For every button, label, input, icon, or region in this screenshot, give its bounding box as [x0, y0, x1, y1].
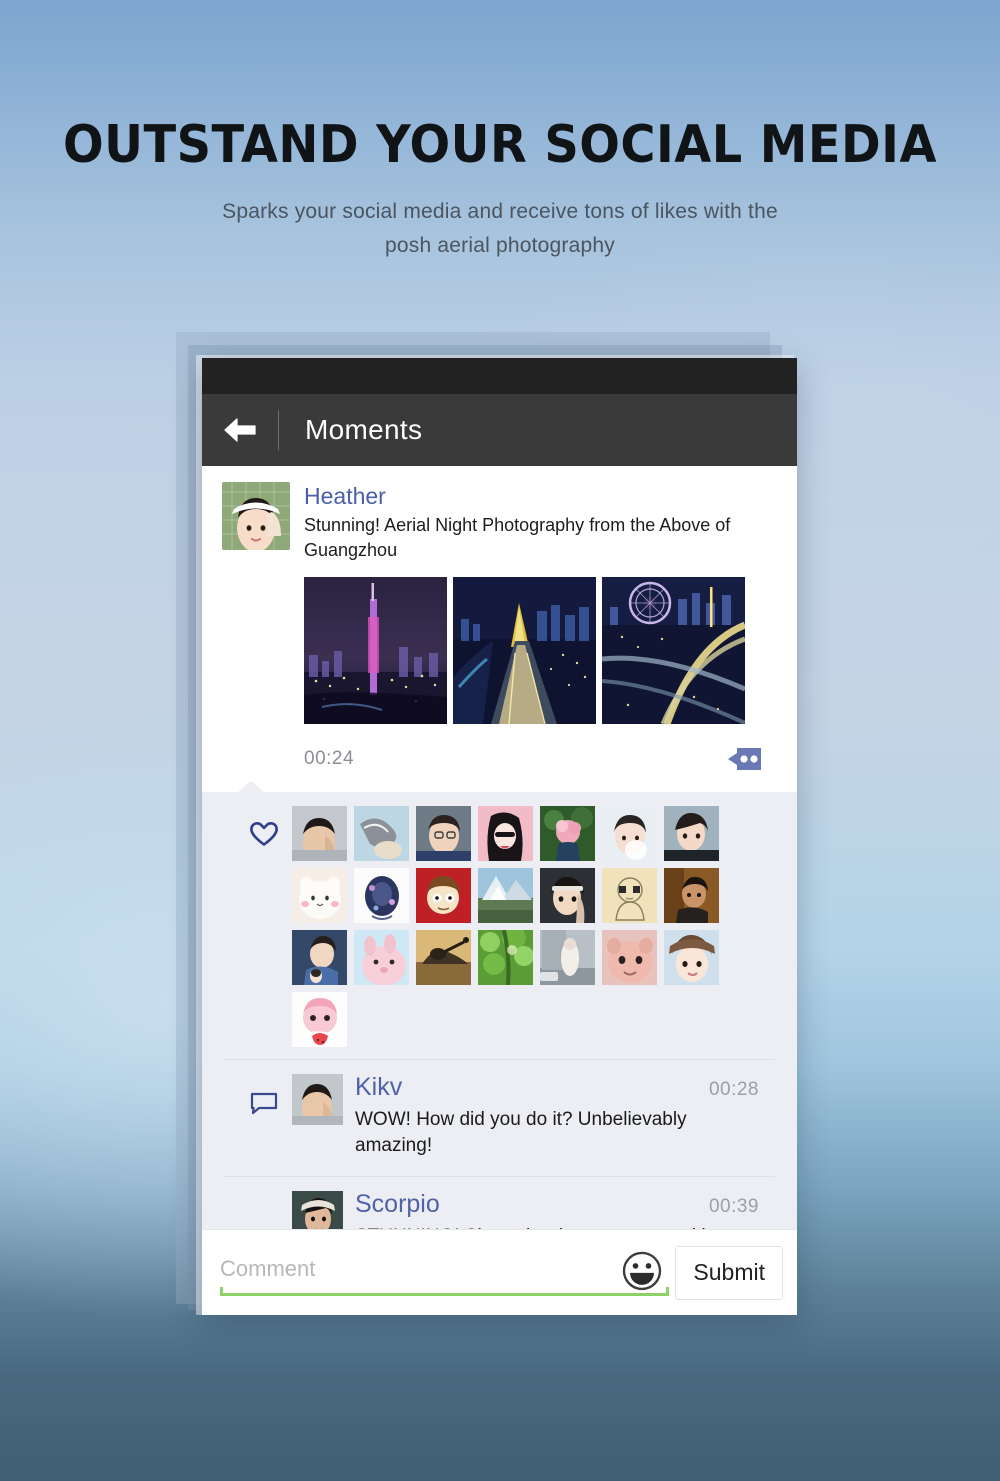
field-underline	[220, 1286, 670, 1296]
post-header: Heather Stunning! Aerial Night Photograp…	[202, 482, 797, 563]
comment-bubble-slot	[236, 1191, 292, 1229]
avatar[interactable]	[292, 1073, 343, 1125]
comment-header: Scorpio 00:39	[355, 1190, 759, 1219]
comment-input[interactable]	[220, 1255, 670, 1290]
post-meta: 00:24	[202, 724, 797, 792]
page-subtitle-line-1: Sparks your social media and receive ton…	[222, 199, 778, 223]
list-item[interactable]	[292, 867, 347, 923]
comment-timestamp: 00:39	[708, 1195, 759, 1217]
toolbar-divider	[278, 410, 279, 450]
arrow-left-icon	[222, 415, 258, 445]
comment-field-wrapper	[220, 1246, 670, 1300]
list-item[interactable]	[478, 867, 533, 923]
list-item[interactable]	[540, 929, 595, 985]
comment-bubble-icon	[250, 1092, 278, 1160]
list-item[interactable]	[354, 805, 409, 861]
post: Heather Stunning! Aerial Night Photograp…	[202, 466, 797, 792]
list-item[interactable]	[354, 867, 409, 923]
list-item[interactable]	[540, 805, 595, 861]
liker-avatar-grid	[292, 805, 763, 1047]
list-item[interactable]	[416, 929, 471, 985]
hero-section: OUTSTAND YOUR SOCIAL MEDIA Sparks your s…	[0, 0, 1000, 263]
likes-row	[224, 792, 775, 1060]
comment-body: Scorpio 00:39 STUNNING! Share the drone …	[355, 1190, 759, 1229]
list-item[interactable]	[664, 929, 719, 985]
like-button[interactable]	[236, 806, 292, 1047]
comment-text-body: STUNNING! Share the drone you use with m…	[355, 1226, 749, 1229]
comment-author-name[interactable]: Scorpio	[355, 1190, 440, 1219]
avatar[interactable]	[222, 482, 290, 550]
comment-header: Kikv 00:28	[355, 1073, 759, 1102]
comment-item: Scorpio 00:39 STUNNING! Share the drone …	[224, 1177, 775, 1229]
comment-timestamp: 00:28	[708, 1078, 759, 1100]
list-item[interactable]	[292, 929, 347, 985]
post-photo[interactable]	[453, 576, 596, 724]
page-subtitle: Sparks your social media and receive ton…	[0, 195, 1000, 263]
emoji-picker-button[interactable]	[621, 1249, 663, 1291]
list-item[interactable]	[478, 805, 533, 861]
comment-item: Kikv 00:28 WOW! How did you do it? Unbel…	[224, 1060, 775, 1177]
speech-bubble-dots-icon	[727, 746, 763, 772]
comment-body: Kikv 00:28 WOW! How did you do it? Unbel…	[355, 1073, 759, 1160]
list-item[interactable]	[602, 867, 657, 923]
post-photo[interactable]	[602, 576, 745, 724]
list-item[interactable]	[416, 867, 471, 923]
post-author-name[interactable]: Heather	[304, 482, 775, 510]
social-panel: Kikv 00:28 WOW! How did you do it? Unbel…	[224, 780, 775, 1229]
avatar[interactable]	[292, 1190, 343, 1229]
list-item[interactable]	[292, 991, 347, 1047]
toolbar-title: Moments	[305, 414, 423, 445]
status-bar	[202, 358, 797, 394]
panel-notch	[238, 780, 264, 792]
post-actions-button[interactable]	[727, 746, 763, 772]
comment-text: WOW! How did you do it? Unbelievably ama…	[355, 1109, 687, 1157]
post-body: Heather Stunning! Aerial Night Photograp…	[304, 482, 775, 563]
list-item[interactable]	[664, 867, 719, 923]
comment-author-name[interactable]: Kikv	[355, 1073, 402, 1102]
app-screenshot-card: Moments Heather Stunning! Aerial Night P…	[202, 358, 797, 1315]
heart-outline-icon	[249, 820, 279, 1047]
page-title: OUTSTAND YOUR SOCIAL MEDIA	[63, 115, 937, 175]
comment-bubble-slot	[236, 1074, 292, 1160]
list-item[interactable]	[416, 805, 471, 861]
comment-text: STUNNING! Share the drone you use with m…	[355, 1224, 759, 1229]
post-timestamp: 00:24	[304, 747, 355, 769]
list-item[interactable]	[602, 805, 657, 861]
page-subtitle-line-2: posh aerial photography	[385, 233, 615, 257]
back-button[interactable]	[202, 415, 278, 445]
list-item[interactable]	[540, 867, 595, 923]
list-item[interactable]	[354, 929, 409, 985]
list-item[interactable]	[602, 929, 657, 985]
list-item[interactable]	[664, 805, 719, 861]
app-toolbar: Moments	[202, 394, 797, 466]
post-photo-grid	[202, 563, 797, 724]
post-photo[interactable]	[304, 576, 447, 724]
social-section: Kikv 00:28 WOW! How did you do it? Unbel…	[202, 780, 797, 1229]
post-text: Stunning! Aerial Night Photography from …	[304, 515, 731, 560]
list-item[interactable]	[478, 929, 533, 985]
comment-input-bar: Submit	[202, 1229, 797, 1315]
moments-feed: Heather Stunning! Aerial Night Photograp…	[202, 466, 797, 1229]
smiley-face-icon	[621, 1249, 663, 1291]
submit-button[interactable]: Submit	[675, 1245, 783, 1300]
list-item[interactable]	[292, 805, 347, 861]
